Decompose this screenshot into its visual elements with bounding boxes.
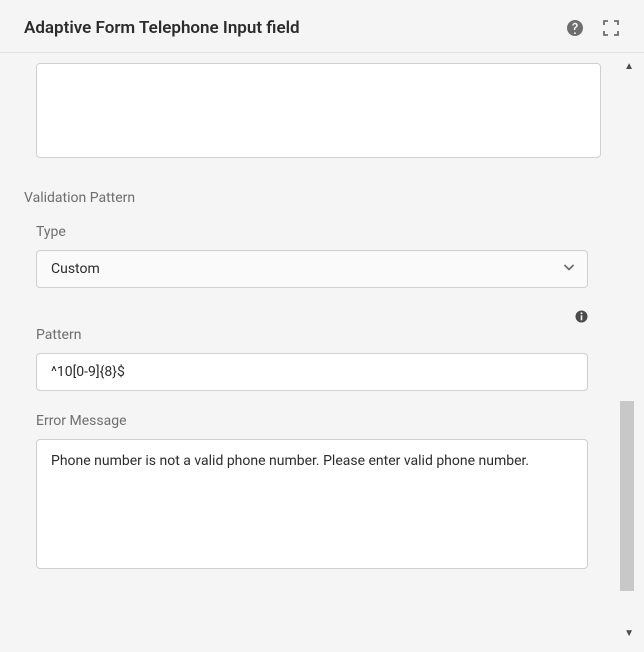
scroll-up-arrow-icon[interactable]: ▲ xyxy=(624,61,634,72)
type-label: Type xyxy=(36,224,620,240)
help-icon[interactable] xyxy=(566,19,584,37)
info-icon[interactable] xyxy=(575,310,588,323)
pattern-input[interactable] xyxy=(36,353,588,391)
content-scroll-area: ▲ Validation Pattern Type Custom xyxy=(0,53,644,645)
properties-panel: Adaptive Form Telephone Input field ▲ xyxy=(0,0,644,652)
panel-title: Adaptive Form Telephone Input field xyxy=(24,18,300,38)
pattern-label: Pattern xyxy=(36,327,620,343)
pattern-field: Pattern xyxy=(36,310,620,391)
error-message-textarea[interactable]: Phone number is not a valid phone number… xyxy=(36,439,588,569)
type-select-wrap: Custom xyxy=(36,250,588,288)
content: Validation Pattern Type Custom xyxy=(0,53,644,615)
upper-textarea[interactable] xyxy=(36,63,601,158)
scroll-down-arrow-icon[interactable]: ▼ xyxy=(624,628,634,639)
scrollbar-thumb[interactable] xyxy=(620,401,634,591)
header-actions xyxy=(566,19,620,37)
error-message-label: Error Message xyxy=(36,413,620,429)
validation-section-label: Validation Pattern xyxy=(24,190,620,206)
panel-header: Adaptive Form Telephone Input field xyxy=(0,0,644,53)
type-select[interactable]: Custom xyxy=(36,250,588,288)
type-field: Type Custom xyxy=(36,224,620,288)
validation-section: Type Custom xyxy=(24,224,620,573)
fullscreen-icon[interactable] xyxy=(602,19,620,37)
error-message-field: Error Message Phone number is not a vali… xyxy=(36,413,620,573)
